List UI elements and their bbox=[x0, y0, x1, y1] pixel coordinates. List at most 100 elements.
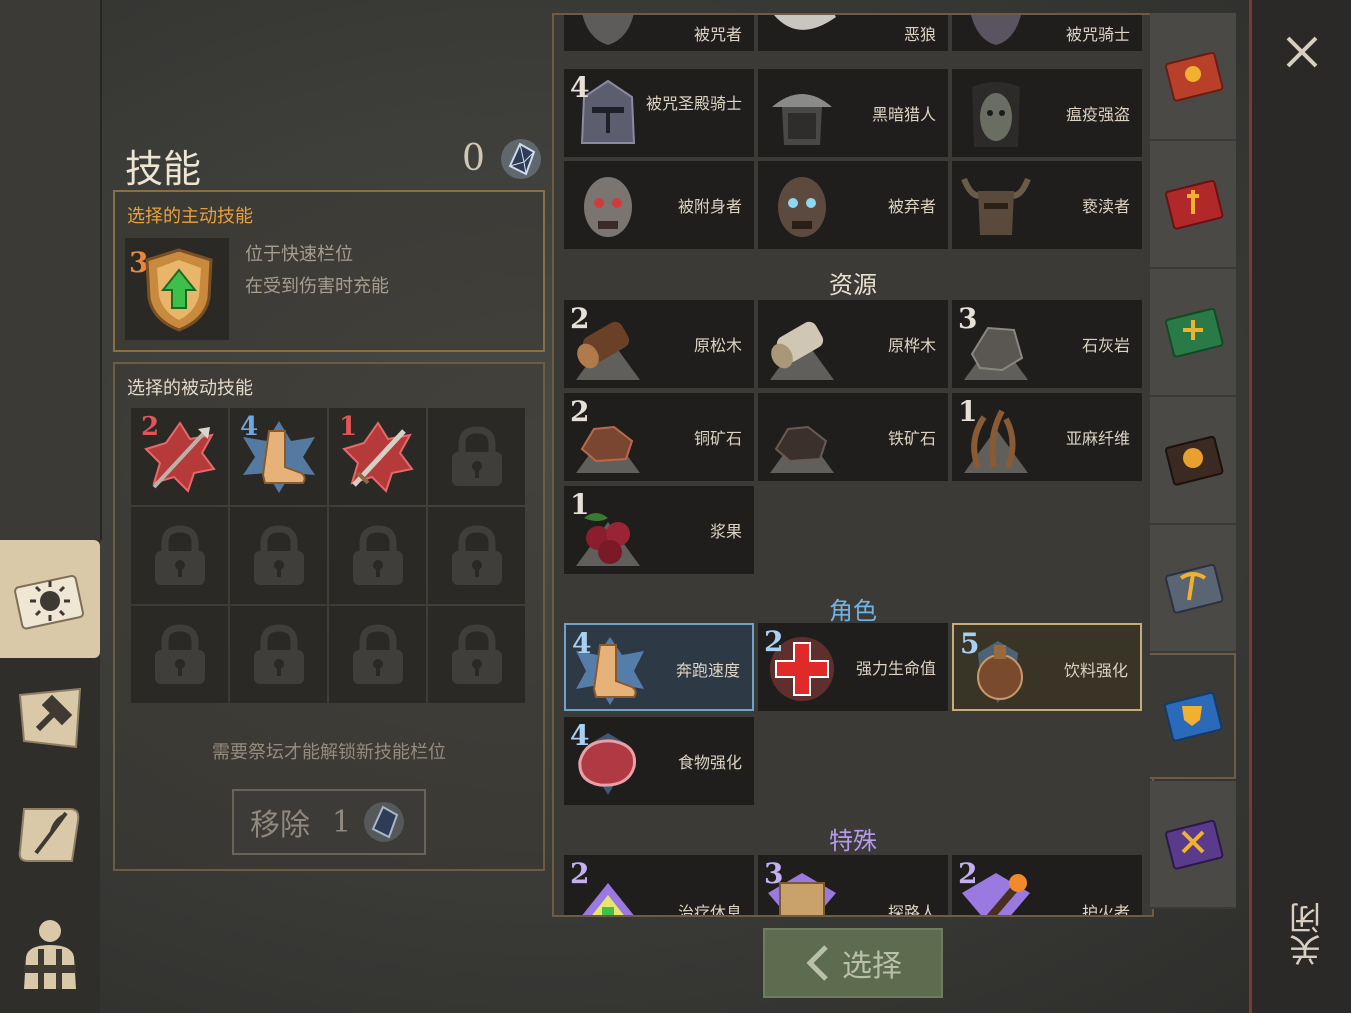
nav-item-crafting[interactable] bbox=[0, 658, 100, 776]
lock-icon bbox=[253, 524, 304, 585]
passive-slot-locked bbox=[428, 507, 525, 604]
list-cell-character-selected[interactable]: 5 饮料强化 bbox=[952, 623, 1142, 711]
list-cell-label: 护火者 bbox=[1081, 903, 1130, 917]
crystal-icon bbox=[364, 802, 405, 842]
list-cell-label: 探路人 bbox=[887, 903, 936, 917]
tab-arrows-book[interactable] bbox=[1150, 781, 1236, 909]
list-cell-level: 2 bbox=[570, 857, 590, 890]
birch-log-icon bbox=[770, 321, 834, 380]
skill-list-panel: 被咒者 恶狼 被咒骑士 4 被咒圣殿骑士 黑暗猎人 瘟疫强盗 被附身者 被弃者 … bbox=[552, 13, 1154, 917]
list-cell-character[interactable]: 2 强力生命值 bbox=[758, 623, 948, 711]
list-cell-label: 亚麻纤维 bbox=[1065, 429, 1130, 448]
crystal-icon bbox=[501, 139, 541, 179]
scroll-quill-icon bbox=[18, 808, 80, 862]
skill-points: 0 bbox=[462, 138, 485, 179]
tab-leaf-book[interactable] bbox=[1150, 269, 1236, 397]
lock-icon bbox=[253, 623, 304, 684]
lock-icon bbox=[352, 623, 403, 684]
section-character: 角色 bbox=[829, 597, 877, 625]
list-cell-special[interactable]: 2 护火者 bbox=[952, 855, 1142, 917]
leaf-book-icon bbox=[1164, 307, 1224, 358]
skull-book-icon bbox=[1164, 435, 1224, 486]
list-cell-label: 原松木 bbox=[693, 336, 742, 355]
lock-icon bbox=[451, 524, 502, 585]
list-cell-label: 奔跑速度 bbox=[675, 661, 740, 680]
tab-shield-book[interactable] bbox=[1150, 653, 1236, 779]
remove-button[interactable]: 移除 1 bbox=[232, 789, 426, 855]
nav-item-skills[interactable] bbox=[0, 540, 100, 658]
tab-pickaxe-book[interactable] bbox=[1150, 525, 1236, 653]
list-cell-label: 铁矿石 bbox=[887, 429, 936, 448]
list-cell-enemy[interactable]: 亵渎者 bbox=[952, 161, 1142, 249]
list-cell-enemy[interactable]: 4 被咒圣殿骑士 bbox=[564, 69, 754, 157]
section-special: 特殊 bbox=[829, 827, 877, 855]
tab-sun-book[interactable] bbox=[1150, 13, 1236, 141]
remove-cost: 1 bbox=[332, 804, 352, 840]
lock-icon bbox=[451, 425, 502, 486]
hammer-map-icon bbox=[18, 687, 82, 749]
select-button-label: 选择 bbox=[842, 949, 902, 984]
list-cell-level: 2 bbox=[958, 857, 978, 890]
sword-book-icon bbox=[1164, 179, 1224, 230]
nav-item-character[interactable] bbox=[0, 894, 100, 1012]
list-cell-level: 5 bbox=[960, 627, 980, 660]
list-cell-enemy[interactable]: 黑暗猎人 bbox=[758, 69, 948, 157]
left-nav bbox=[0, 0, 102, 1013]
dark-hunter-icon bbox=[772, 94, 832, 145]
list-cell-character[interactable]: 4 食物强化 bbox=[564, 717, 754, 805]
character-icon bbox=[24, 920, 76, 989]
close-button[interactable]: 关闭 bbox=[1284, 902, 1326, 966]
list-cell-label: 浆果 bbox=[709, 522, 742, 541]
list-cell-label: 铜矿石 bbox=[693, 429, 742, 448]
chevron-left-icon bbox=[806, 945, 828, 981]
list-cell-level: 4 bbox=[570, 719, 590, 752]
nav-item-quests[interactable] bbox=[0, 776, 100, 894]
list-cell-enemy[interactable]: 被咒者 bbox=[564, 15, 754, 51]
list-cell-special[interactable]: 3 探路人 bbox=[758, 855, 948, 917]
tab-skull-book[interactable] bbox=[1150, 397, 1236, 525]
tab-sword-book[interactable] bbox=[1150, 141, 1236, 269]
lock-icon bbox=[451, 623, 502, 684]
passive-slot-1[interactable]: 2 bbox=[131, 408, 228, 505]
list-cell-resource[interactable]: 1 亚麻纤维 bbox=[952, 393, 1142, 481]
list-cell-label: 被弃者 bbox=[887, 197, 936, 216]
skills-title: 技能 bbox=[125, 147, 202, 191]
list-cell-special[interactable]: 2 治疗休息 bbox=[564, 855, 754, 917]
passive-slot-level: 2 bbox=[141, 412, 160, 442]
list-cell-enemy[interactable]: 被弃者 bbox=[758, 161, 948, 249]
list-cell-label: 恶狼 bbox=[903, 25, 936, 44]
category-tabs bbox=[1150, 13, 1236, 913]
section-resources: 资源 bbox=[829, 271, 877, 299]
close-panel bbox=[1249, 0, 1351, 1013]
arrows-book-icon bbox=[1164, 819, 1224, 870]
list-cell-resource[interactable]: 1 浆果 bbox=[564, 486, 754, 574]
list-cell-resource[interactable]: 2 原松木 bbox=[564, 300, 754, 388]
cursed-knight-icon bbox=[971, 15, 1021, 45]
list-cell-enemy[interactable]: 被附身者 bbox=[564, 161, 754, 249]
list-cell-label: 瘟疫强盗 bbox=[1065, 105, 1130, 124]
active-skill-slot[interactable]: 3 bbox=[125, 238, 229, 340]
list-cell-label: 治疗休息 bbox=[677, 903, 742, 917]
list-cell-enemy[interactable]: 恶狼 bbox=[758, 15, 948, 51]
list-cell-resource[interactable]: 2 铜矿石 bbox=[564, 393, 754, 481]
select-button[interactable]: 选择 bbox=[763, 928, 943, 998]
list-cell-resource[interactable]: 3 石灰岩 bbox=[952, 300, 1142, 388]
list-cell-enemy[interactable]: 被咒骑士 bbox=[952, 15, 1142, 51]
sun-book-icon bbox=[14, 574, 84, 630]
passive-skill-grid: 2 4 1 bbox=[131, 408, 525, 703]
list-cell-enemy[interactable]: 瘟疫强盗 bbox=[952, 69, 1142, 157]
passive-slot-2[interactable]: 4 bbox=[230, 408, 327, 505]
list-cell-label: 饮料强化 bbox=[1063, 661, 1128, 680]
close-icon[interactable] bbox=[1282, 32, 1322, 72]
passive-slot-locked bbox=[131, 606, 228, 703]
list-cell-resource[interactable]: 原桦木 bbox=[758, 300, 948, 388]
passive-slot-3[interactable]: 1 bbox=[329, 408, 426, 505]
list-cell-character-selected[interactable]: 4 奔跑速度 bbox=[564, 623, 754, 711]
list-cell-level: 2 bbox=[570, 395, 590, 428]
forsaken-icon bbox=[778, 177, 826, 237]
passive-slot-locked bbox=[428, 408, 525, 505]
remove-button-label: 移除 bbox=[250, 808, 310, 843]
defiler-icon bbox=[961, 177, 1031, 235]
list-cell-level: 3 bbox=[958, 302, 978, 335]
list-cell-resource[interactable]: 铁矿石 bbox=[758, 393, 948, 481]
